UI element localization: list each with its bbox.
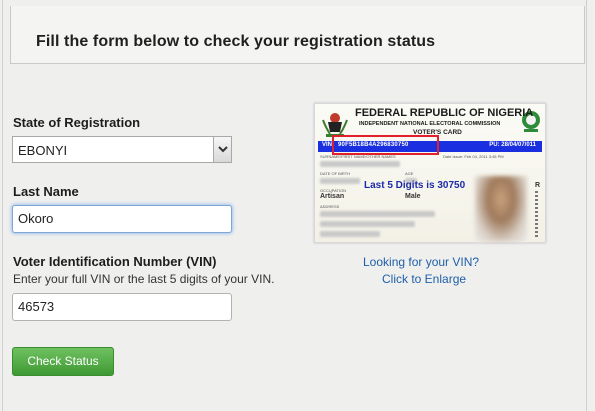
card-gender-value: Male [405, 193, 421, 200]
vin-highlight-box [332, 135, 439, 155]
blurred-address-3 [320, 231, 380, 237]
card-occupation-value: Artisan [320, 193, 345, 200]
barcode-strip [535, 191, 538, 239]
card-annotation: Last 5 Digits is 30750 [364, 180, 466, 191]
state-label: State of Registration [13, 115, 141, 130]
header-panel: Fill the form below to check your regist… [10, 6, 585, 64]
chevron-down-icon[interactable] [213, 137, 231, 162]
card-title: FEDERAL REPUBLIC OF NIGERIA [355, 107, 534, 119]
card-side-letter: R [535, 182, 541, 189]
vin-input[interactable]: 46573 [12, 293, 232, 321]
card-dob-label: DATE OF BIRTH [320, 171, 351, 176]
lastname-label: Last Name [13, 184, 79, 199]
card-age-label: AGE [405, 171, 414, 176]
check-status-button[interactable]: Check Status [12, 347, 114, 376]
card-date-issue: Date Issue: Feb 04, 2011 3:45 PM [443, 154, 504, 159]
vin-hint: Enter your full VIN or the last 5 digits… [13, 272, 275, 286]
card-address-label: ADDRESS [320, 204, 340, 209]
coat-of-arms-icon [322, 113, 348, 137]
state-select[interactable]: EBONYI [12, 136, 232, 163]
card-subtitle: INDEPENDENT NATIONAL ELECTORAL COMMISSIO… [359, 121, 501, 127]
blurred-address-2 [320, 221, 415, 227]
state-select-value: EBONYI [18, 143, 68, 158]
lastname-input[interactable]: Okoro [12, 205, 232, 233]
blurred-photo [475, 176, 527, 242]
card-vin-label: VIN [322, 142, 333, 148]
page-title: Fill the form below to check your regist… [36, 33, 436, 50]
blurred-dob [320, 178, 360, 184]
looking-for-vin-link[interactable]: Looking for your VIN? [363, 255, 479, 269]
blurred-name [320, 161, 400, 167]
vin-label: Voter Identification Number (VIN) [13, 254, 217, 269]
card-pu: PU: 28/04/07/011 [489, 142, 536, 148]
click-to-enlarge-link[interactable]: Click to Enlarge [382, 272, 466, 286]
blurred-address-1 [320, 211, 435, 217]
